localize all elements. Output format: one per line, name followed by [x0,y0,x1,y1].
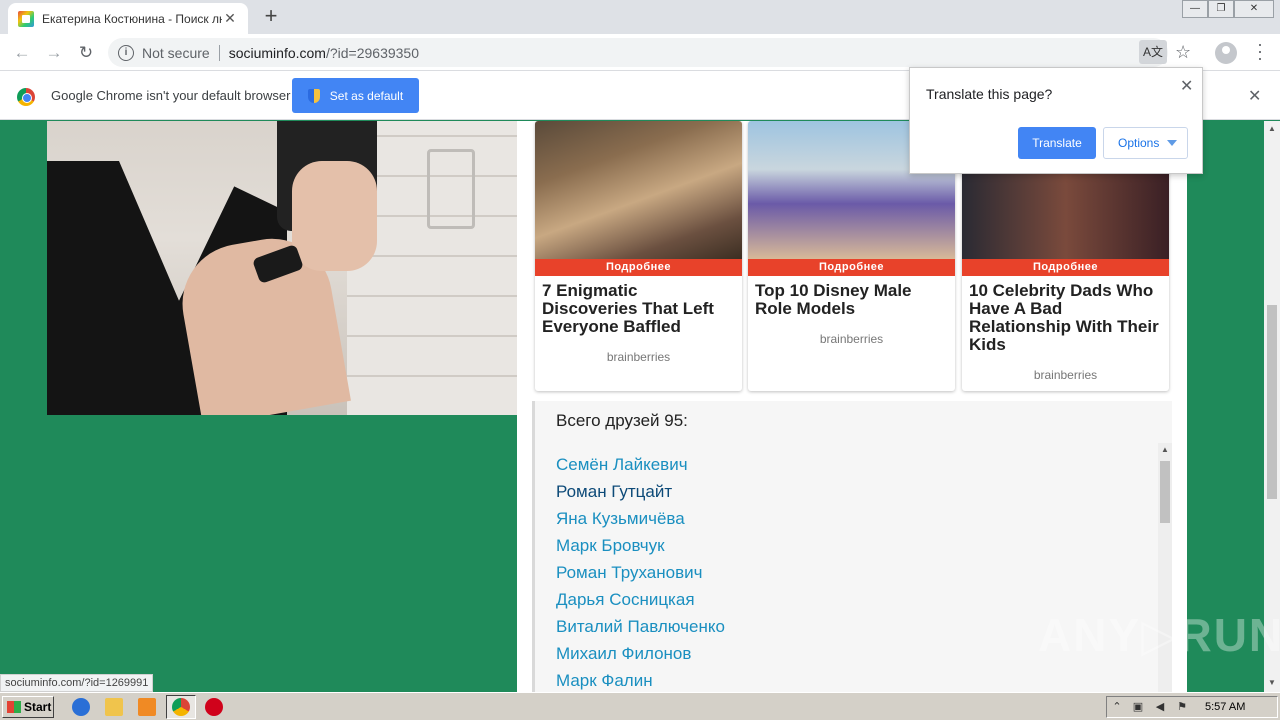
photo-rack [427,149,475,229]
translate-button[interactable]: Translate [1018,127,1096,159]
url-path[interactable]: /?id=29639350 [326,45,419,61]
info-icon[interactable]: i [118,44,134,61]
minimize-button[interactable]: — [1182,0,1208,18]
friends-scroll-thumb[interactable] [1160,461,1170,523]
url-host[interactable]: sociuminfo.com [229,45,326,61]
friends-heading: Всего друзей 95: [556,411,688,430]
ad-source: brainberries [606,350,671,364]
translate-popup: Translate this page? ✕ Translate Options [909,67,1203,174]
back-arrow-icon[interactable]: ← [10,41,34,65]
translate-options-button[interactable]: Options [1103,127,1188,159]
friend-link[interactable]: Роман Труханович [556,559,725,586]
ad-image[interactable] [535,121,742,259]
ad-more-label[interactable]: Подробнее [535,259,742,276]
start-label: Start [24,700,52,714]
windows-taskbar: Start ⌃ ▣ ◀ ⚑ 5:57 AM [0,692,1280,720]
ad-card[interactable]: Подробнее 7 Enigmatic Discoveries That L… [535,121,742,391]
ad-more-label[interactable]: Подробнее [748,259,955,276]
translate-icon[interactable]: A文 [1139,40,1167,64]
browser-toolbar: ← → ↻ i Not secure sociuminfo.com /?id=2… [0,34,1280,71]
system-tray: ⌃ ▣ ◀ ⚑ 5:57 AM [1106,696,1278,718]
friend-link[interactable]: Дарья Сосницкая [556,586,725,613]
reload-icon[interactable]: ↻ [74,41,98,65]
ad-headline[interactable]: Top 10 Disney Male Role Models [748,276,955,318]
address-bar[interactable]: i Not secure sociuminfo.com /?id=2963935… [108,38,1168,67]
maximize-button[interactable]: ❐ [1208,0,1234,18]
page-scroll-up-icon[interactable]: ▲ [1264,124,1280,133]
chrome-logo-icon [17,88,35,106]
start-button[interactable]: Start [2,696,54,718]
web-page: Подробнее 7 Enigmatic Discoveries That L… [0,121,1264,692]
clock[interactable]: 5:57 AM [1205,701,1245,713]
friend-link[interactable]: Виталий Павлюченко [556,613,725,640]
options-label: Options [1118,136,1160,150]
address-separator [218,44,220,61]
friend-link[interactable]: Марк Бровчук [556,532,725,559]
page-scroll-thumb[interactable] [1267,305,1277,499]
scroll-up-arrow-icon[interactable]: ▲ [1158,445,1172,454]
tab-close-icon[interactable]: ✕ [222,10,238,27]
tab-title: Екатерина Костюнина - Поиск лю [42,11,222,26]
browser-tab[interactable]: Екатерина Костюнина - Поиск лю ✕ [8,3,248,34]
friend-link[interactable]: Марк Фалин [556,667,725,692]
set-as-default-label: Set as default [329,88,404,103]
profile-photo [47,121,517,415]
window-close-button[interactable]: ✕ [1234,0,1274,18]
content-column: Подробнее 7 Enigmatic Discoveries That L… [517,121,1187,692]
page-scroll-down-icon[interactable]: ▼ [1264,678,1280,687]
site-favicon-icon [18,10,34,27]
infobar-message: Google Chrome isn't your default browser [51,88,291,103]
network-icon[interactable]: ▣ [1131,700,1145,714]
ad-source: brainberries [819,332,884,346]
photo-hand [292,161,377,271]
uac-shield-icon [307,88,320,103]
security-label[interactable]: Not secure [142,45,210,61]
anyrun-watermark: ANY▷RUN [1038,609,1280,661]
tray-expand-icon[interactable]: ⌃ [1110,700,1124,714]
windows-flag-icon [7,701,21,713]
translate-question: Translate this page? [926,86,1053,102]
friend-link[interactable]: Яна Кузьмичёва [556,505,725,532]
tab-strip: Екатерина Костюнина - Поиск лю ✕ + — ❐ ✕ [0,0,1280,34]
translate-close-icon[interactable]: ✕ [1180,76,1193,96]
forward-arrow-icon[interactable]: → [42,41,66,65]
ad-headline[interactable]: 7 Enigmatic Discoveries That Left Everyo… [535,276,742,336]
volume-icon[interactable]: ◀ [1153,700,1167,714]
caret-down-icon [1167,140,1177,146]
chrome-taskbar-icon[interactable] [172,698,190,716]
page-scrollbar[interactable]: ▲ ▼ [1264,121,1280,692]
status-url: sociuminfo.com/?id=1269991 [0,674,154,692]
set-as-default-button[interactable]: Set as default [292,78,419,113]
infobar-close-icon[interactable]: ✕ [1248,86,1261,106]
new-tab-button[interactable]: + [258,4,284,30]
bookmark-star-icon[interactable]: ☆ [1175,42,1191,63]
friend-link[interactable]: Роман Гутцайт [556,478,725,505]
media-player-icon[interactable] [138,698,156,716]
friends-list: Семён Лайкевич Роман Гутцайт Яна Кузьмич… [556,451,725,692]
friend-link[interactable]: Михаил Филонов [556,640,725,667]
ad-headline[interactable]: 10 Celebrity Dads Who Have A Bad Relatio… [962,276,1169,354]
opera-icon[interactable] [205,698,223,716]
folder-icon[interactable] [105,698,123,716]
profile-avatar[interactable] [1215,42,1237,64]
ad-more-label[interactable]: Подробнее [962,259,1169,276]
chrome-menu-icon[interactable]: · · · [1255,35,1265,67]
ad-source: brainberries [1033,368,1098,382]
flag-icon[interactable]: ⚑ [1175,700,1189,714]
ie-icon[interactable] [72,698,90,716]
friend-link[interactable]: Семён Лайкевич [556,451,725,478]
